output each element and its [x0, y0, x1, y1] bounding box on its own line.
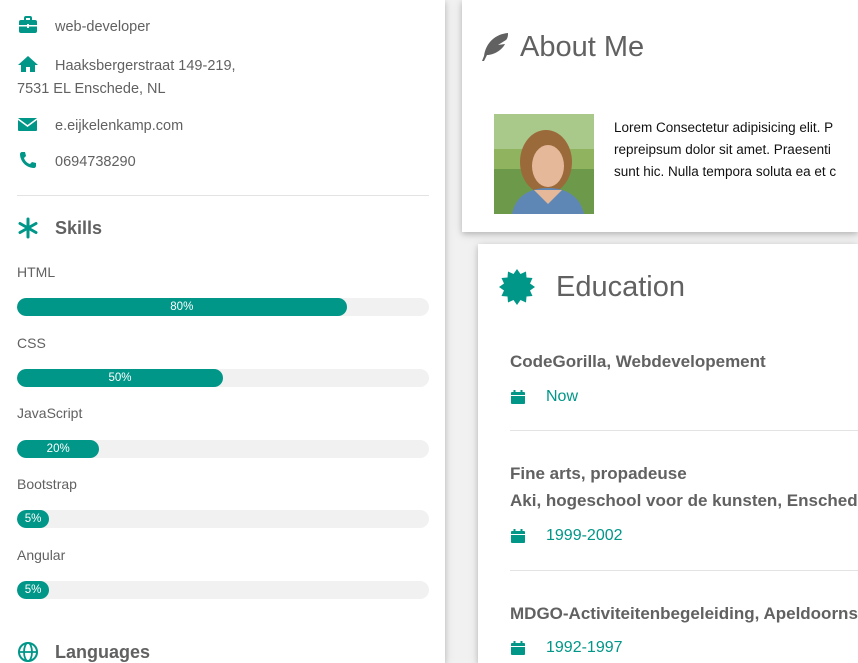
languages-title: Languages — [55, 641, 151, 662]
education-divider — [510, 430, 858, 431]
skill-bar-bootstrap: 5% — [17, 510, 429, 528]
education-entry-date: Now — [510, 388, 578, 406]
skill-fill-angular: 5% — [17, 581, 49, 599]
address-row: Haaksbergerstraat 149-219, — [17, 55, 236, 77]
profile-photo — [494, 114, 594, 214]
address-line1: Haaksbergerstraat 149-219, — [55, 58, 236, 74]
phone-text[interactable]: 0694738290 — [55, 151, 136, 173]
calendar-icon — [511, 529, 525, 543]
about-heading: About Me — [478, 30, 644, 64]
education-heading: Education — [498, 268, 685, 306]
languages-heading: Languages — [17, 641, 150, 663]
skill-bar-javascript: 20% — [17, 440, 429, 458]
education-date-text: 1999-2002 — [546, 527, 623, 544]
skills-title: Skills — [55, 217, 103, 238]
education-divider — [510, 570, 858, 571]
about-card: About Me Lorem Consectetur adipisicing e… — [462, 0, 858, 232]
about-text-line: Lorem Consectetur adipisicing elit. P — [614, 120, 834, 135]
calendar-icon — [511, 641, 525, 655]
skill-fill-html: 80% — [17, 298, 347, 316]
skill-bar-html: 80% — [17, 298, 429, 316]
asterisk-icon — [18, 217, 38, 239]
education-entry-date: 1992-1997 — [510, 639, 623, 657]
skill-fill-bootstrap: 5% — [17, 510, 49, 528]
education-entry-date: 1999-2002 — [510, 527, 623, 545]
skill-label-css: CSS — [17, 335, 46, 351]
home-icon — [18, 56, 38, 72]
sidebar-divider — [17, 195, 429, 196]
education-card: Education CodeGorilla, Webdevelopement N… — [478, 244, 858, 663]
job-title: web-developer — [55, 19, 151, 35]
education-date-text: 1992-1997 — [546, 639, 623, 656]
skill-label-bootstrap: Bootstrap — [17, 476, 77, 492]
about-text-line: sunt hic. Nulla tempora soluta ea et c — [614, 164, 837, 179]
feather-icon — [482, 33, 508, 61]
skill-label-javascript: JavaScript — [17, 405, 83, 421]
skill-label-angular: Angular — [17, 547, 66, 563]
skill-bar-css: 50% — [17, 369, 429, 387]
skill-label-html: HTML — [17, 264, 56, 280]
phone-icon — [20, 152, 36, 168]
globe-icon — [18, 642, 38, 662]
about-text-line: repreipsum dolor sit amet. Praesenti — [614, 142, 831, 157]
skill-fill-css: 50% — [17, 369, 223, 387]
education-date-text: Now — [546, 388, 579, 405]
skills-heading: Skills — [17, 217, 102, 239]
about-title: About Me — [520, 30, 645, 63]
phone-row: 0694738290 — [17, 151, 136, 173]
education-title: Education — [556, 270, 685, 303]
email-row: e.eijkelenkamp.com — [17, 115, 183, 137]
education-entry-title: Fine arts, propadeuse — [510, 464, 687, 483]
education-entry-title: MDGO-Activiteitenbegeleiding, Apeldoorns — [510, 604, 858, 623]
about-text: Lorem Consectetur adipisicing elit. P re… — [614, 117, 858, 183]
job-row: web-developer — [17, 16, 150, 38]
skill-fill-javascript: 20% — [17, 440, 100, 458]
calendar-icon — [511, 390, 525, 404]
briefcase-icon — [19, 16, 37, 33]
certificate-icon — [499, 269, 535, 305]
education-entry-subtitle: Aki, hogeschool voor de kunsten, Ensched… — [510, 491, 858, 510]
sidebar-card: web-developer Haaksbergerstraat 149-219,… — [0, 0, 445, 663]
skill-bar-angular: 5% — [17, 581, 429, 599]
education-entry-title: CodeGorilla, Webdevelopement — [510, 352, 766, 371]
envelope-icon — [17, 118, 38, 131]
address-line2: 7531 EL Enschede, NL — [17, 81, 166, 97]
email-text[interactable]: e.eijkelenkamp.com — [55, 115, 183, 137]
